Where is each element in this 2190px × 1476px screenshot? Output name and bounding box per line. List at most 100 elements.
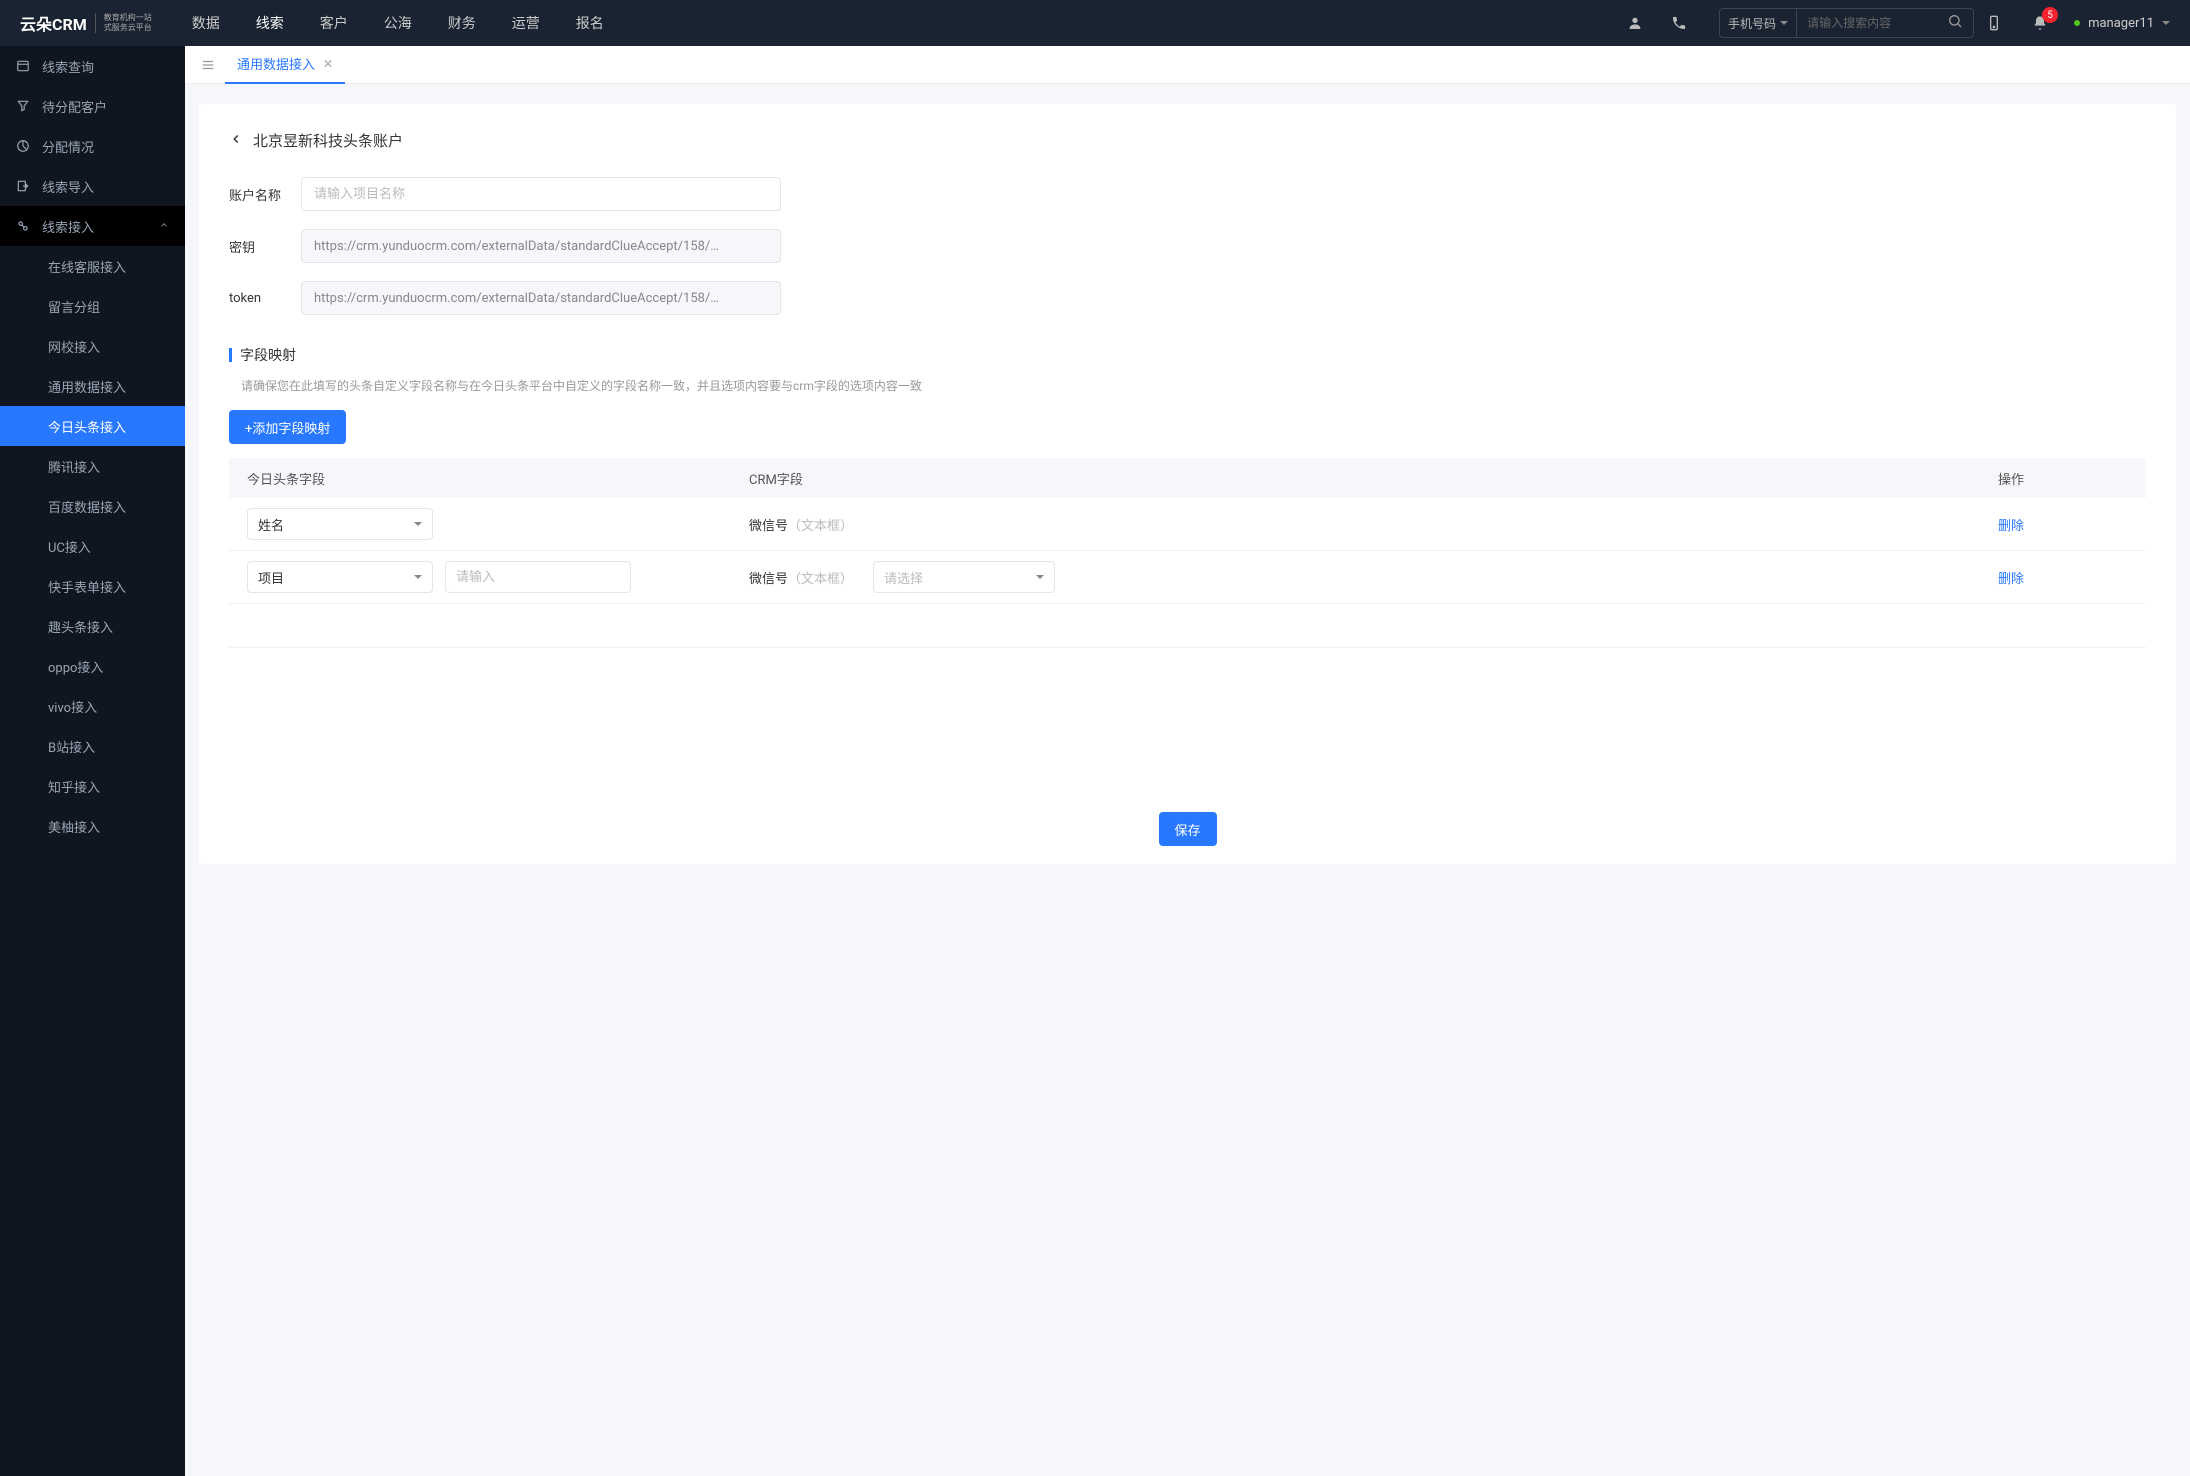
field-select[interactable]: 姓名 <box>247 508 433 540</box>
chevron-up-icon <box>159 219 169 234</box>
sidebar-item-在线客服接入[interactable]: 在线客服接入 <box>0 246 185 286</box>
crm-field-hint: （文本框） <box>788 572 853 587</box>
nav-客户[interactable]: 客户 <box>320 0 348 46</box>
sidebar-item-美柚接入[interactable]: 美柚接入 <box>0 806 185 846</box>
sidebar-item-待分配客户[interactable]: 待分配客户 <box>0 86 185 126</box>
tabs-collapse-icon[interactable] <box>191 46 225 84</box>
logo-subtitle: 教育机构一站 式服务云平台 <box>95 13 152 33</box>
chevron-down-icon <box>414 522 422 526</box>
close-icon[interactable]: ✕ <box>323 57 333 71</box>
sidebar-item-腾讯接入[interactable]: 腾讯接入 <box>0 446 185 486</box>
search-input[interactable] <box>1797 16 1937 30</box>
notif-badge: 5 <box>2042 7 2058 23</box>
add-mapping-button[interactable]: +添加字段映射 <box>229 410 346 444</box>
plug-icon <box>16 219 30 233</box>
top-nav: 数据线索客户公海财务运营报名 <box>192 0 1595 46</box>
sidebar-item-网校接入[interactable]: 网校接入 <box>0 326 185 366</box>
filter-icon <box>16 99 30 113</box>
user-name: manager11 <box>2088 16 2154 31</box>
section-title: 字段映射 <box>240 345 296 365</box>
mapping-table: 今日头条字段 CRM字段 操作 姓名 微信号（文本框） <box>229 458 2146 648</box>
card: 北京昱新科技头条账户 账户名称 密钥 token 字段映射 请确保您在此填写的头… <box>199 104 2176 864</box>
token-label: token <box>229 291 301 306</box>
sidebar: 线索查询待分配客户分配情况线索导入线索接入在线客服接入留言分组网校接入通用数据接… <box>0 46 185 1476</box>
logo-text: 云朵CRM <box>20 11 87 35</box>
nav-运营[interactable]: 运营 <box>512 0 540 46</box>
mobile-icon[interactable] <box>1984 13 2004 33</box>
status-dot <box>2074 20 2080 26</box>
section-header: 字段映射 <box>229 345 2146 365</box>
sidebar-item-分配情况[interactable]: 分配情况 <box>0 126 185 166</box>
delete-link[interactable]: 删除 <box>1998 519 2024 534</box>
name-input[interactable] <box>301 177 781 211</box>
bell-icon[interactable]: 5 <box>2030 13 2050 33</box>
main-area: 通用数据接入 ✕ 北京昱新科技头条账户 账户名称 密钥 token <box>185 46 2190 884</box>
section-bar <box>229 348 232 362</box>
crm-field-label: 微信号 <box>749 519 788 534</box>
page-title-row: 北京昱新科技头条账户 <box>229 130 2146 151</box>
chevron-down-icon <box>2162 21 2170 25</box>
sidebar-item-通用数据接入[interactable]: 通用数据接入 <box>0 366 185 406</box>
tab-active[interactable]: 通用数据接入 ✕ <box>225 46 345 84</box>
th-crm: CRM字段 <box>749 469 1998 488</box>
extra-input[interactable] <box>445 561 631 593</box>
crm-select[interactable]: 请选择 <box>873 561 1055 593</box>
secret-input[interactable] <box>301 229 781 263</box>
crm-field-label: 微信号 <box>749 572 788 587</box>
top-header: 云朵CRM 教育机构一站 式服务云平台 数据线索客户公海财务运营报名 手机号码 … <box>0 0 2190 46</box>
top-extra-icons <box>1625 13 1689 33</box>
pie-icon <box>16 139 30 153</box>
sidebar-item-留言分组[interactable]: 留言分组 <box>0 286 185 326</box>
logo: 云朵CRM 教育机构一站 式服务云平台 <box>20 11 152 35</box>
th-action: 操作 <box>1998 469 2128 488</box>
search-type-select[interactable]: 手机号码 <box>1720 9 1797 37</box>
sidebar-item-线索接入[interactable]: 线索接入 <box>0 206 185 246</box>
form-row-name: 账户名称 <box>229 177 2146 211</box>
form-row-secret: 密钥 <box>229 229 2146 263</box>
chevron-down-icon <box>1036 575 1044 579</box>
table-row: 姓名 微信号（文本框） 删除 <box>229 498 2146 551</box>
chevron-down-icon <box>1780 21 1788 25</box>
chevron-down-icon <box>414 575 422 579</box>
nav-报名[interactable]: 报名 <box>576 0 604 46</box>
content: 北京昱新科技头条账户 账户名称 密钥 token 字段映射 请确保您在此填写的头… <box>185 84 2190 884</box>
field-select[interactable]: 项目 <box>247 561 433 593</box>
table-row: 项目 微信号（文本框） 请选择 删除 <box>229 551 2146 604</box>
sidebar-item-vivo接入[interactable]: vivo接入 <box>0 686 185 726</box>
nav-财务[interactable]: 财务 <box>448 0 476 46</box>
delete-link[interactable]: 删除 <box>1998 572 2024 587</box>
sidebar-item-今日头条接入[interactable]: 今日头条接入 <box>0 406 185 446</box>
sidebar-item-知乎接入[interactable]: 知乎接入 <box>0 766 185 806</box>
search-group: 手机号码 <box>1719 8 1974 38</box>
section-hint: 请确保您在此填写的头条自定义字段名称与在今日头条平台中自定义的字段名称一致，并且… <box>229 377 2146 394</box>
empty-row <box>229 604 2146 648</box>
save-button[interactable]: 保存 <box>1158 812 1216 846</box>
user-menu[interactable]: manager11 <box>2074 16 2170 31</box>
sidebar-item-线索查询[interactable]: 线索查询 <box>0 46 185 86</box>
header-right-icons: 5 <box>1984 13 2050 33</box>
form-row-token: token <box>229 281 2146 315</box>
back-icon[interactable] <box>229 130 243 151</box>
crm-field-hint: （文本框） <box>788 519 853 534</box>
table-header: 今日头条字段 CRM字段 操作 <box>229 458 2146 498</box>
phone-icon[interactable] <box>1669 13 1689 33</box>
token-input[interactable] <box>301 281 781 315</box>
sidebar-item-趣头条接入[interactable]: 趣头条接入 <box>0 606 185 646</box>
sidebar-item-oppo接入[interactable]: oppo接入 <box>0 646 185 686</box>
nav-线索[interactable]: 线索 <box>256 0 284 46</box>
th-toutiao: 今日头条字段 <box>247 469 749 488</box>
nav-公海[interactable]: 公海 <box>384 0 412 46</box>
sidebar-item-线索导入[interactable]: 线索导入 <box>0 166 185 206</box>
sidebar-item-UC接入[interactable]: UC接入 <box>0 526 185 566</box>
list-icon <box>16 59 30 73</box>
user-add-icon[interactable] <box>1625 13 1645 33</box>
sidebar-item-快手表单接入[interactable]: 快手表单接入 <box>0 566 185 606</box>
export-icon <box>16 179 30 193</box>
footer: 保存 <box>1158 812 1216 846</box>
tabs-bar: 通用数据接入 ✕ <box>185 46 2190 84</box>
sidebar-item-百度数据接入[interactable]: 百度数据接入 <box>0 486 185 526</box>
tab-label: 通用数据接入 <box>237 54 315 73</box>
sidebar-item-B站接入[interactable]: B站接入 <box>0 726 185 766</box>
nav-数据[interactable]: 数据 <box>192 0 220 46</box>
search-icon[interactable] <box>1937 13 1973 33</box>
